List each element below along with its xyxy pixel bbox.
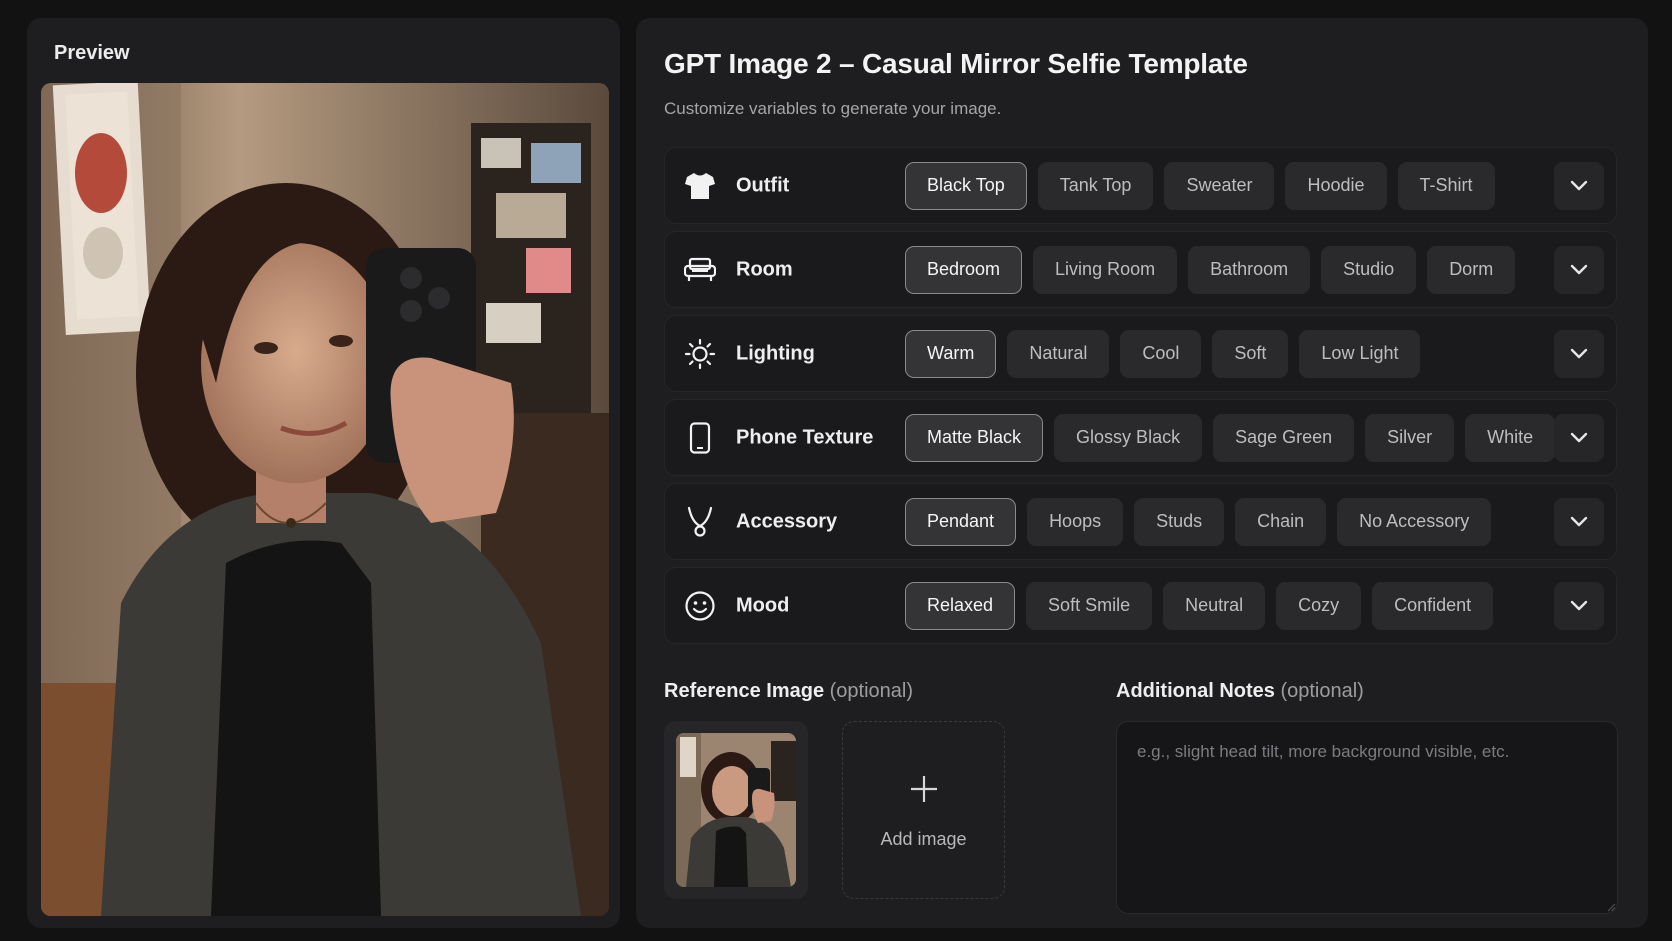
expand-dropdown-button[interactable] bbox=[1554, 581, 1604, 630]
option-group: Pendant Hoops Studs Chain No Accessory bbox=[905, 497, 1492, 546]
reference-image-label: Reference Image bbox=[664, 680, 825, 702]
variable-label: Mood bbox=[736, 594, 790, 616]
expand-dropdown-button[interactable] bbox=[1554, 329, 1604, 378]
variable-label: Lighting bbox=[736, 342, 815, 364]
variable-label: Room bbox=[736, 258, 793, 280]
variable-row-mood: Mood Relaxed Soft Smile Neutral Cozy Con… bbox=[664, 567, 1617, 644]
option-chip[interactable]: Sweater bbox=[1164, 161, 1275, 210]
option-chip[interactable]: Soft bbox=[1212, 329, 1289, 378]
option-chip[interactable]: Confident bbox=[1372, 581, 1494, 630]
option-chip[interactable]: Cozy bbox=[1276, 581, 1362, 630]
expand-dropdown-button[interactable] bbox=[1554, 161, 1604, 210]
option-chip-selected[interactable]: Pendant bbox=[905, 497, 1017, 546]
option-group: Black Top Tank Top Sweater Hoodie T-Shir… bbox=[905, 161, 1495, 210]
preview-panel: Preview bbox=[27, 18, 620, 928]
option-chip[interactable]: Glossy Black bbox=[1054, 413, 1203, 462]
chevron-down-icon bbox=[1570, 180, 1588, 190]
option-group: Relaxed Soft Smile Neutral Cozy Confiden… bbox=[905, 581, 1494, 630]
option-chip[interactable]: Hoops bbox=[1027, 497, 1124, 546]
expand-dropdown-button[interactable] bbox=[1554, 497, 1604, 546]
option-chip[interactable]: No Accessory bbox=[1337, 497, 1492, 546]
preview-image bbox=[41, 83, 609, 916]
option-chip-selected[interactable]: Bedroom bbox=[905, 245, 1023, 294]
option-chip[interactable]: Bathroom bbox=[1188, 245, 1311, 294]
reference-image-heading: Reference Image (optional) bbox=[664, 680, 913, 703]
option-chip-selected[interactable]: Relaxed bbox=[905, 581, 1016, 630]
option-chip[interactable]: Low Light bbox=[1299, 329, 1421, 378]
expand-dropdown-button[interactable] bbox=[1554, 413, 1604, 462]
option-chip[interactable]: Tank Top bbox=[1037, 161, 1154, 210]
additional-notes-heading: Additional Notes (optional) bbox=[1116, 680, 1364, 703]
option-chip[interactable]: Living Room bbox=[1033, 245, 1178, 294]
variable-list: Outfit Black Top Tank Top Sweater Hoodie… bbox=[664, 147, 1617, 651]
add-image-label: Add image bbox=[880, 828, 967, 849]
option-chip-selected[interactable]: Black Top bbox=[905, 161, 1027, 210]
option-chip[interactable]: Cool bbox=[1120, 329, 1202, 378]
optional-tag: (optional) bbox=[829, 680, 914, 702]
option-chip[interactable]: Studs bbox=[1134, 497, 1225, 546]
additional-notes-input[interactable] bbox=[1116, 721, 1618, 914]
preview-label: Preview bbox=[54, 42, 130, 64]
option-chip[interactable]: White bbox=[1465, 413, 1556, 462]
reference-image-thumbnail[interactable] bbox=[664, 721, 808, 899]
option-chip[interactable]: Soft Smile bbox=[1026, 581, 1153, 630]
option-chip[interactable]: Hoodie bbox=[1285, 161, 1387, 210]
option-chip[interactable]: Neutral bbox=[1163, 581, 1266, 630]
option-group: Bedroom Living Room Bathroom Studio Dorm bbox=[905, 245, 1516, 294]
editor-panel: GPT Image 2 – Casual Mirror Selfie Templ… bbox=[636, 18, 1648, 928]
option-chip[interactable]: Sage Green bbox=[1213, 413, 1355, 462]
resize-grip-icon[interactable] bbox=[1606, 902, 1616, 912]
plus-icon bbox=[909, 771, 939, 811]
smiley-icon bbox=[683, 589, 717, 623]
variable-row-outfit: Outfit Black Top Tank Top Sweater Hoodie… bbox=[664, 147, 1617, 224]
variable-label: Outfit bbox=[736, 174, 790, 196]
sun-icon bbox=[683, 337, 717, 371]
variable-row-phone-texture: Phone Texture Matte Black Glossy Black S… bbox=[664, 399, 1617, 476]
variable-row-accessory: Accessory Pendant Hoops Studs Chain No A… bbox=[664, 483, 1617, 560]
option-chip-selected[interactable]: Warm bbox=[905, 329, 997, 378]
page-title: GPT Image 2 – Casual Mirror Selfie Templ… bbox=[664, 48, 1248, 79]
option-chip[interactable]: Chain bbox=[1235, 497, 1327, 546]
additional-notes-label: Additional Notes bbox=[1116, 680, 1275, 702]
chevron-down-icon bbox=[1570, 600, 1588, 610]
necklace-icon bbox=[683, 505, 717, 539]
option-chip[interactable]: Studio bbox=[1321, 245, 1417, 294]
chevron-down-icon bbox=[1570, 264, 1588, 274]
option-chip[interactable]: Silver bbox=[1365, 413, 1455, 462]
variable-row-room: Room Bedroom Living Room Bathroom Studio… bbox=[664, 231, 1617, 308]
phone-icon bbox=[683, 421, 717, 455]
option-chip-selected[interactable]: Matte Black bbox=[905, 413, 1044, 462]
add-image-button[interactable]: Add image bbox=[842, 721, 1005, 899]
option-group: Matte Black Glossy Black Sage Green Silv… bbox=[905, 413, 1556, 462]
chevron-down-icon bbox=[1570, 432, 1588, 442]
option-chip[interactable]: Natural bbox=[1007, 329, 1110, 378]
expand-dropdown-button[interactable] bbox=[1554, 245, 1604, 294]
chevron-down-icon bbox=[1570, 516, 1588, 526]
option-chip[interactable]: Dorm bbox=[1427, 245, 1516, 294]
optional-tag: (optional) bbox=[1280, 680, 1364, 702]
chevron-down-icon bbox=[1570, 348, 1588, 358]
option-chip[interactable]: T-Shirt bbox=[1397, 161, 1495, 210]
option-group: Warm Natural Cool Soft Low Light bbox=[905, 329, 1421, 378]
sofa-icon bbox=[683, 253, 717, 287]
variable-label: Accessory bbox=[736, 510, 838, 532]
tshirt-icon bbox=[683, 169, 717, 203]
page-subtitle: Customize variables to generate your ima… bbox=[664, 99, 1002, 118]
variable-label: Phone Texture bbox=[736, 426, 874, 448]
variable-row-lighting: Lighting Warm Natural Cool Soft Low Ligh… bbox=[664, 315, 1617, 392]
